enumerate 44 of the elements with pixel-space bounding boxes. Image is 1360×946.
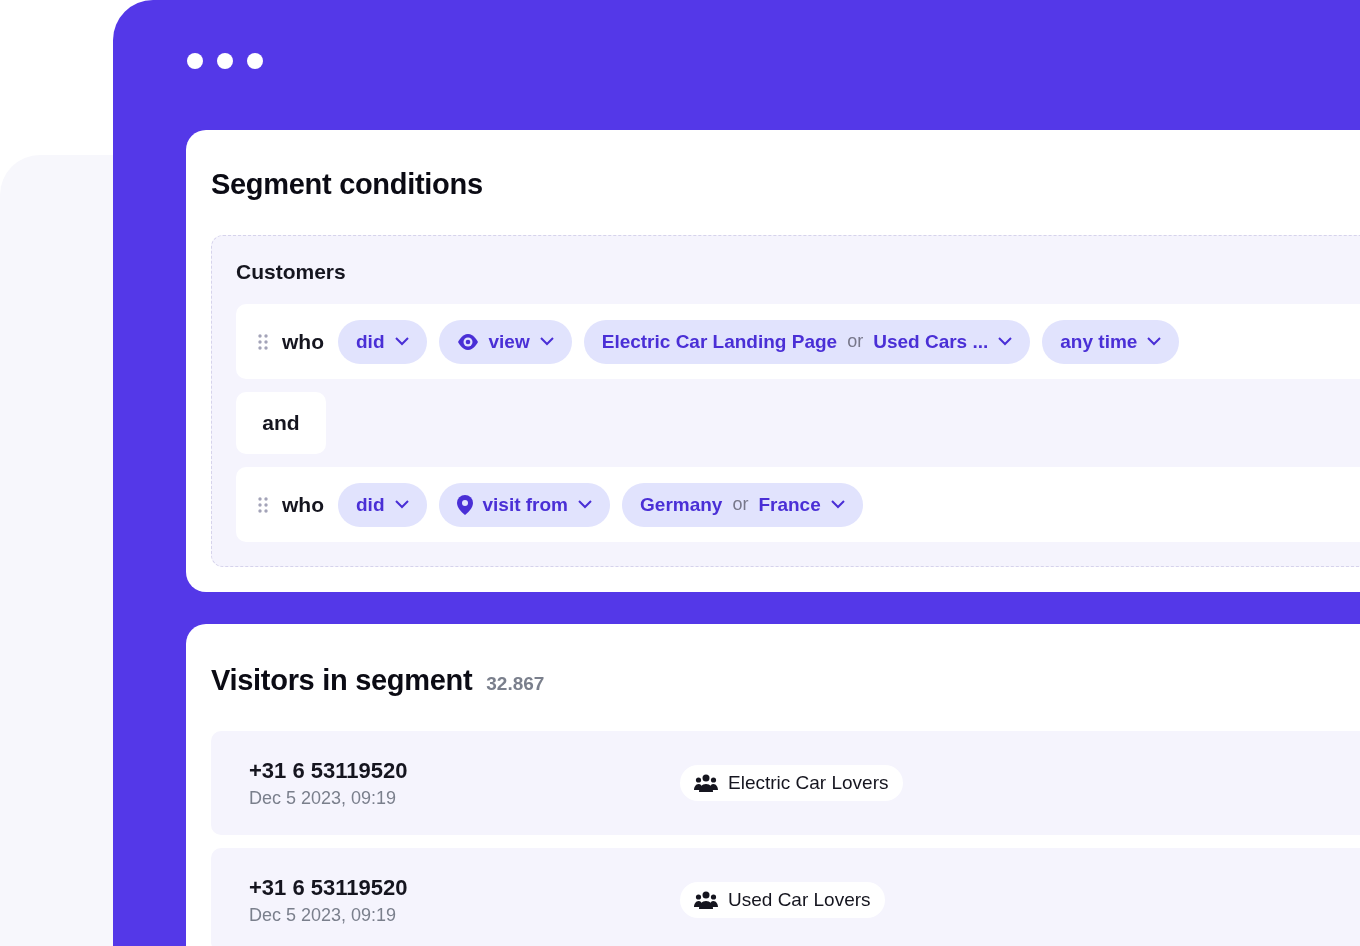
chevron-down-icon bbox=[998, 337, 1013, 346]
dropdown-chip[interactable]: any time bbox=[1042, 319, 1180, 364]
phone-number: +31 6 53119520 bbox=[249, 874, 409, 901]
segment-name: Used Car Lovers bbox=[728, 889, 871, 911]
dropdown-chip[interactable]: visit from bbox=[438, 482, 611, 527]
operator-label: and bbox=[236, 392, 326, 454]
window-dot bbox=[187, 53, 203, 69]
chevron-down-icon bbox=[539, 337, 554, 346]
window-dot bbox=[247, 53, 263, 69]
dropdown-chip[interactable]: view bbox=[438, 319, 572, 364]
section-title: Visitors in segment bbox=[211, 664, 473, 697]
value-label: France bbox=[758, 493, 821, 516]
group-label: Customers bbox=[236, 260, 347, 284]
dropdown-chip[interactable]: Electric Car Landing Page or Used Cars ... bbox=[583, 319, 1031, 364]
value-label: Used Cars ... bbox=[873, 330, 989, 353]
or-label: or bbox=[732, 494, 749, 515]
timestamp: Dec 5 2023, 09:19 bbox=[249, 904, 398, 926]
value-label: Germany bbox=[640, 493, 723, 516]
chevron-down-icon bbox=[394, 500, 409, 509]
value-label: Electric Car Landing Page bbox=[601, 330, 838, 353]
dropdown-chip[interactable]: did bbox=[338, 482, 427, 527]
dropdown-chip[interactable]: Germany or France bbox=[622, 482, 863, 527]
chevron-down-icon bbox=[830, 500, 845, 509]
section-title: Segment conditions bbox=[211, 168, 484, 201]
phone-number: +31 6 53119520 bbox=[249, 757, 409, 784]
visitor-count: 32.867 bbox=[486, 673, 545, 695]
visitor-row[interactable]: +31 6 53119520 Dec 5 2023, 09:19 Used Car Lovers bbox=[211, 848, 1360, 946]
segment-name: Electric Car Lovers bbox=[728, 772, 889, 794]
eye-icon bbox=[456, 333, 479, 350]
group-icon bbox=[694, 891, 718, 909]
chevron-down-icon bbox=[1147, 337, 1162, 346]
drag-handle-icon[interactable] bbox=[258, 496, 268, 513]
window-dot bbox=[217, 53, 233, 69]
dropdown-chip[interactable]: did bbox=[338, 319, 427, 364]
map-pin-icon bbox=[456, 494, 473, 515]
subject-label: who bbox=[282, 329, 324, 354]
group-icon bbox=[694, 774, 718, 792]
chevron-down-icon bbox=[578, 500, 593, 509]
chevron-down-icon bbox=[394, 337, 409, 346]
timestamp: Dec 5 2023, 09:19 bbox=[249, 787, 398, 809]
drag-handle-icon[interactable] bbox=[258, 333, 268, 350]
subject-label: who bbox=[282, 492, 324, 517]
visitor-row[interactable]: +31 6 53119520 Dec 5 2023, 09:19 Electric Car Lovers bbox=[211, 731, 1360, 835]
or-label: or bbox=[847, 331, 864, 352]
